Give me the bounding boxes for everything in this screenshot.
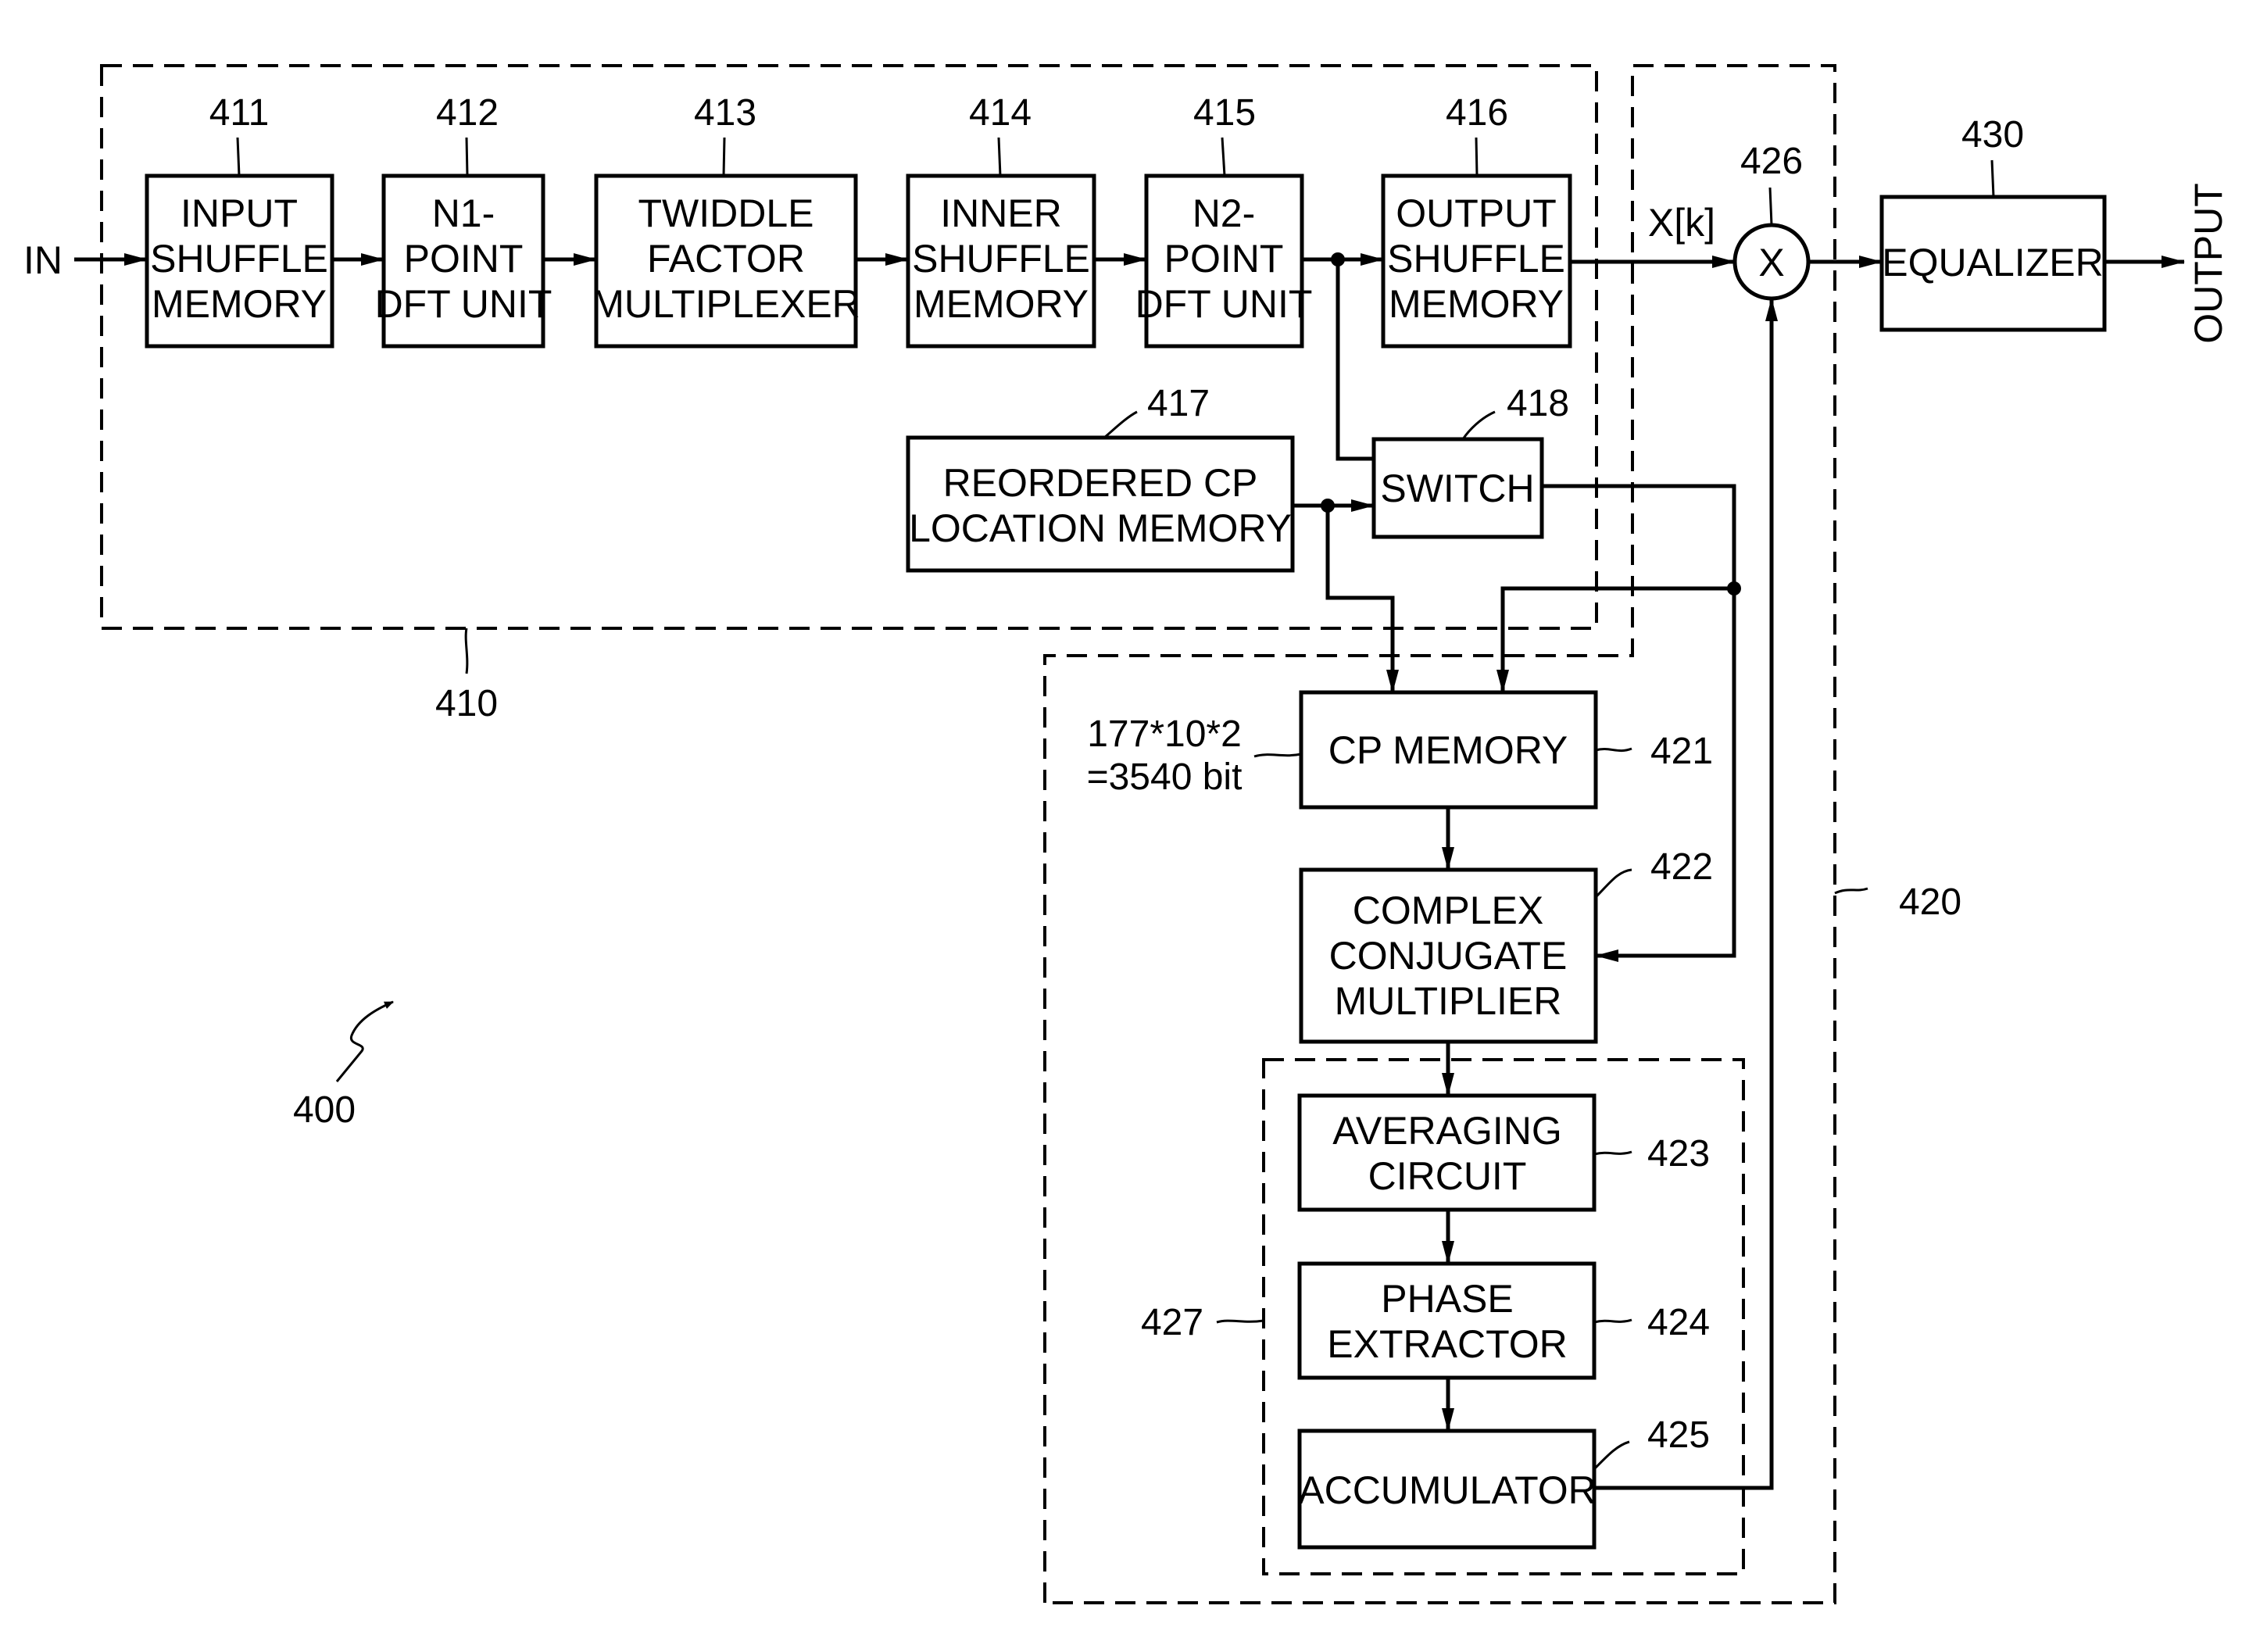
block-412-line-1: N1- (432, 191, 495, 235)
block-423: AVERAGING CIRCUIT (1297, 1093, 1597, 1212)
block-422: COMPLEX CONJUGATE MULTIPLIER (1299, 867, 1598, 1044)
block-415-line-3: DFT UNIT (1135, 282, 1313, 326)
block-414: INNER SHUFFLE MEMORY (906, 173, 1096, 349)
block-421: CP MEMORY (1299, 690, 1598, 810)
ref-424: 424 (1647, 1302, 1710, 1343)
block-412-line-3: DFT UNIT (375, 282, 552, 326)
ref-422: 422 (1650, 846, 1713, 888)
ref-425: 425 (1647, 1414, 1710, 1456)
block-414-line-1: INNER (940, 191, 1062, 235)
block-423-line-1: AVERAGING (1332, 1109, 1562, 1153)
block-425-line-1: ACCUMULATOR (1298, 1468, 1597, 1512)
block-411: INPUT SHUFFLE MEMORY (145, 173, 334, 349)
ref-414: 414 (969, 92, 1032, 134)
block-411-line-1: INPUT (181, 191, 298, 235)
block-415-line-1: N2- (1193, 191, 1256, 235)
ref-411: 411 (209, 92, 270, 134)
multiplier-symbol: X (1758, 241, 1784, 284)
ref-421: 421 (1650, 731, 1713, 772)
block-416: OUTPUT SHUFFLE MEMORY (1381, 173, 1572, 349)
block-423-line-2: CIRCUIT (1368, 1154, 1527, 1198)
ref-430: 430 (1961, 114, 2024, 156)
ref-412: 412 (436, 92, 499, 134)
block-416-line-1: OUTPUT (1396, 191, 1557, 235)
block-diagram: INPUT SHUFFLE MEMORY N1- POINT DFT UNIT … (23, 64, 2230, 1604)
block-411-line-2: SHUFFLE (150, 237, 328, 281)
ref-415: 415 (1193, 92, 1256, 134)
ref-416: 416 (1446, 92, 1508, 134)
block-418-line-1: SWITCH (1380, 467, 1534, 510)
block-422-line-3: MULTIPLIER (1335, 979, 1562, 1023)
signal-label-xk: X[k] (1648, 201, 1715, 245)
wire-418-421 (1496, 586, 1734, 693)
block-411-line-3: MEMORY (152, 282, 327, 326)
block-424: PHASE EXTRACTOR (1297, 1261, 1597, 1380)
block-413: TWIDDLE FACTOR MULTIPLEXER (592, 173, 860, 349)
input-label: IN (23, 238, 63, 282)
block-417: REORDERED CP LOCATION MEMORY (906, 435, 1295, 573)
memory-note-leader (1253, 753, 1302, 758)
output-label: OUTPUT (2187, 183, 2230, 344)
block-425: ACCUMULATOR (1297, 1429, 1597, 1550)
block-422-line-2: CONJUGATE (1329, 934, 1568, 978)
block-430-line-1: EQUALIZER (1882, 241, 2103, 284)
block-413-line-3: MULTIPLEXER (592, 282, 860, 326)
multiplier-426: X (1732, 223, 1811, 301)
ref-418: 418 (1507, 383, 1569, 424)
block-416-line-3: MEMORY (1389, 282, 1564, 326)
block-412: N1- POINT DFT UNIT (375, 173, 552, 349)
block-416-line-2: SHUFFLE (1387, 237, 1565, 281)
ref-426: 426 (1740, 141, 1803, 182)
block-424-line-2: EXTRACTOR (1327, 1322, 1567, 1366)
ref-420: 420 (1899, 881, 1961, 923)
memory-size-note-line-2: =3540 bit (1087, 756, 1243, 798)
figure-label: 400 (293, 1089, 356, 1131)
block-415-line-2: POINT (1164, 237, 1284, 281)
block-417-line-2: LOCATION MEMORY (909, 506, 1292, 550)
block-422-line-1: COMPLEX (1353, 889, 1544, 932)
block-413-line-2: FACTOR (647, 237, 805, 281)
block-414-line-2: SHUFFLE (912, 237, 1090, 281)
block-421-line-1: CP MEMORY (1328, 728, 1568, 772)
ref-410: 410 (435, 683, 498, 724)
ref-417: 417 (1147, 383, 1210, 424)
block-424-line-1: PHASE (1381, 1277, 1514, 1321)
block-412-line-2: POINT (404, 237, 524, 281)
wire-415-418 (1336, 259, 1374, 461)
block-413-line-1: TWIDDLE (638, 191, 814, 235)
memory-size-note-line-1: 177*10*2 (1087, 713, 1242, 755)
ref-413: 413 (694, 92, 756, 134)
ref-423: 423 (1647, 1133, 1710, 1175)
ref-427: 427 (1141, 1302, 1203, 1343)
block-417-line-1: REORDERED CP (943, 461, 1258, 505)
block-415: N2- POINT DFT UNIT (1135, 173, 1313, 349)
block-414-line-3: MEMORY (914, 282, 1089, 326)
block-430: EQUALIZER (1879, 195, 2107, 332)
block-418: SWITCH (1371, 437, 1544, 539)
